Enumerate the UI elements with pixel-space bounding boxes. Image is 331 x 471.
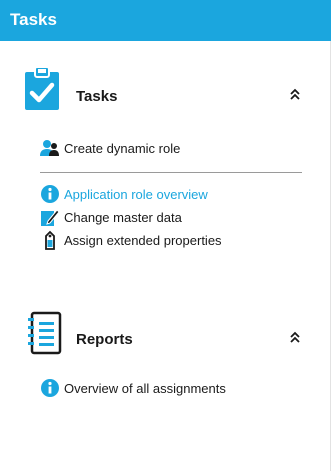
double-chevron-up-icon[interactable] — [288, 87, 302, 101]
edit-pencil-icon — [40, 207, 60, 227]
info-icon — [40, 184, 60, 204]
task-assign-extended-properties[interactable]: Assign extended properties — [40, 229, 310, 251]
task-change-master-data[interactable]: Change master data — [40, 206, 310, 228]
info-icon — [40, 378, 60, 398]
task-label: Assign extended properties — [64, 232, 222, 248]
report-list-icon — [28, 311, 68, 359]
tasks-panel: Tasks Tasks Create dynamic role Applicat… — [0, 0, 331, 471]
task-create-dynamic-role[interactable]: Create dynamic role — [40, 137, 310, 159]
clipboard-check-icon — [22, 66, 62, 114]
report-overview-of-all-assignments[interactable]: Overview of all assignments — [40, 377, 310, 399]
reports-section-title: Reports — [76, 331, 133, 348]
task-label: Application role overview — [64, 186, 208, 202]
double-chevron-up-icon[interactable] — [288, 330, 302, 344]
report-label: Overview of all assignments — [64, 380, 226, 396]
tag-icon — [40, 230, 60, 250]
reports-section-header[interactable]: Reports — [22, 311, 322, 367]
tasks-section-header[interactable]: Tasks — [22, 66, 322, 122]
task-label: Create dynamic role — [64, 140, 181, 156]
tasks-section-title: Tasks — [76, 88, 118, 105]
users-icon — [40, 138, 60, 158]
section-divider — [40, 172, 302, 173]
task-application-role-overview[interactable]: Application role overview — [40, 183, 310, 205]
task-label: Change master data — [64, 209, 182, 225]
panel-title: Tasks — [0, 0, 331, 41]
